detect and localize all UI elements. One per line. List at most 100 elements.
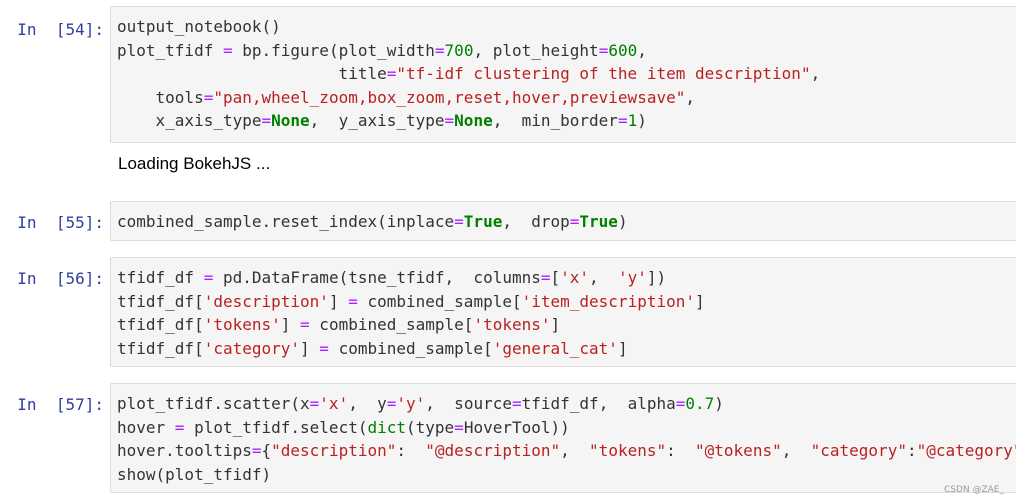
code-token: , min_border (492, 111, 618, 130)
code-token: bp.figure(plot_width (232, 40, 435, 60)
code-token: HoverTool)) (463, 417, 570, 437)
code-token: = (203, 268, 214, 287)
code-token: 'category' (203, 338, 301, 358)
code-token: = (386, 64, 397, 83)
code-token: = (309, 394, 320, 413)
code-token: "tf-idf clustering of the item descripti… (396, 64, 811, 83)
code-token: ] (550, 315, 561, 334)
code-token: dict (367, 417, 406, 437)
cell-prompt: In [56]: (17, 269, 104, 288)
code-line: show(plot_tfidf) (117, 463, 1016, 487)
code-token: : (666, 441, 696, 460)
code-token: 'general_cat' (492, 338, 618, 358)
code-token: = (540, 268, 551, 287)
code-token: tools (117, 87, 204, 107)
code-token: = (386, 394, 397, 413)
code-token: combined_sample[ (328, 338, 493, 358)
code-token: None (271, 111, 310, 130)
code-token: = (261, 111, 272, 130)
code-token: plot_tfidf.scatter(x (117, 394, 310, 413)
code-token: "pan,wheel_zoom,box_zoom,reset,hover,pre… (213, 87, 686, 107)
code-token: True (579, 212, 618, 231)
code-token: tfidf_df (117, 268, 204, 287)
cell-prompt: In [57]: (17, 395, 104, 414)
code-token: 'y' (396, 394, 426, 413)
code-token: , (781, 441, 811, 460)
code-token: = (454, 417, 464, 437)
code-token: pd.DataFrame(tsne_tfidf, columns (213, 268, 541, 287)
code-line: tfidf_df['description'] = combined_sampl… (117, 290, 1016, 314)
code-editor[interactable]: tfidf_df = pd.DataFrame(tsne_tfidf, colu… (110, 257, 1016, 367)
code-token: ) (617, 212, 628, 231)
code-token: tfidf_df[ (117, 315, 204, 334)
code-token: "@category" (916, 441, 1016, 460)
code-line: hover = plot_tfidf.select(dict(type=Hove… (117, 416, 1016, 440)
code-token: tfidf_df, alpha (521, 394, 676, 413)
code-token: "tokens" (589, 441, 667, 460)
code-token: = (598, 40, 609, 60)
code-line: x_axis_type=None, y_axis_type=None, min_… (117, 109, 1016, 133)
code-line: output_notebook() (117, 15, 1016, 39)
code-token: "@description" (425, 441, 561, 460)
code-token: : (396, 441, 426, 460)
code-token: = (319, 338, 329, 358)
code-token: 'description' (203, 291, 329, 311)
code-token: , (810, 64, 821, 83)
code-token: tfidf_df[ (117, 291, 204, 311)
code-token: , y_axis_type (309, 111, 445, 130)
code-token: combined_sample[ (309, 315, 474, 334)
code-token: 'item_description' (521, 291, 695, 311)
code-token: = (251, 441, 262, 460)
code-line: title="tf-idf clustering of the item des… (117, 62, 1016, 86)
code-token: ] (280, 315, 301, 334)
code-token: [ (550, 268, 561, 287)
code-token: = (203, 87, 214, 107)
code-line: plot_tfidf.scatter(x='x', y='y', source=… (117, 392, 1016, 416)
code-token: 1 (627, 111, 638, 130)
code-editor[interactable]: combined_sample.reset_index(inplace =True… (110, 201, 1016, 241)
code-token: 'y' (617, 268, 647, 287)
code-line: hover.tooltips={"description": "@descrip… (117, 439, 1016, 463)
code-token: 'tokens' (473, 315, 551, 334)
code-token: plot_tfidf.select( (184, 417, 368, 437)
code-token: "category" (810, 441, 907, 460)
code-token: show(plot_tfidf) (117, 464, 272, 484)
code-token: ] (617, 338, 628, 358)
code-token: 'tokens' (203, 315, 281, 334)
code-token: ] (328, 291, 349, 311)
code-token: = (569, 212, 580, 231)
code-token: None (454, 111, 493, 130)
code-token: 'x' (319, 394, 349, 413)
code-token: , drop (502, 212, 570, 231)
code-token: , y (348, 394, 387, 413)
code-token: combined_sample.reset_index(inplace (117, 212, 455, 231)
code-token: , (685, 87, 695, 107)
code-token: plot_tfidf (117, 40, 223, 60)
code-token: , (637, 40, 647, 60)
code-token: ] (300, 338, 320, 358)
code-token: { (261, 441, 272, 460)
code-token: ) (637, 111, 647, 130)
code-token: : (906, 441, 917, 460)
code-editor[interactable]: plot_tfidf.scatter(x='x', y='y', source=… (110, 383, 1016, 493)
code-token: = (300, 315, 310, 334)
code-token: = (444, 111, 455, 130)
code-token: title (117, 64, 387, 83)
code-token: , (589, 268, 618, 287)
code-token: 700 (444, 40, 474, 60)
code-editor[interactable]: output_notebook() plot_tfidf = bp.figure(… (110, 6, 1016, 143)
code-token: tfidf_df[ (117, 338, 204, 358)
code-token: , plot_height (473, 40, 599, 60)
code-line: tfidf_df = pd.DataFrame(tsne_tfidf, colu… (117, 266, 1016, 290)
watermark: CSDN @ZAE_ (943, 485, 1004, 495)
code-token: = (617, 111, 628, 130)
code-token: = (675, 394, 686, 413)
code-token: 600 (608, 40, 638, 60)
code-line: tfidf_df['category'] = combined_sample['… (117, 337, 1016, 361)
code-token: (type (406, 417, 455, 437)
code-token: ) (714, 394, 724, 413)
code-token: ]) (646, 268, 667, 287)
code-line: combined_sample.reset_index(inplace =True… (117, 210, 1016, 234)
code-token: hover (117, 417, 175, 437)
code-token: , source (425, 394, 512, 413)
